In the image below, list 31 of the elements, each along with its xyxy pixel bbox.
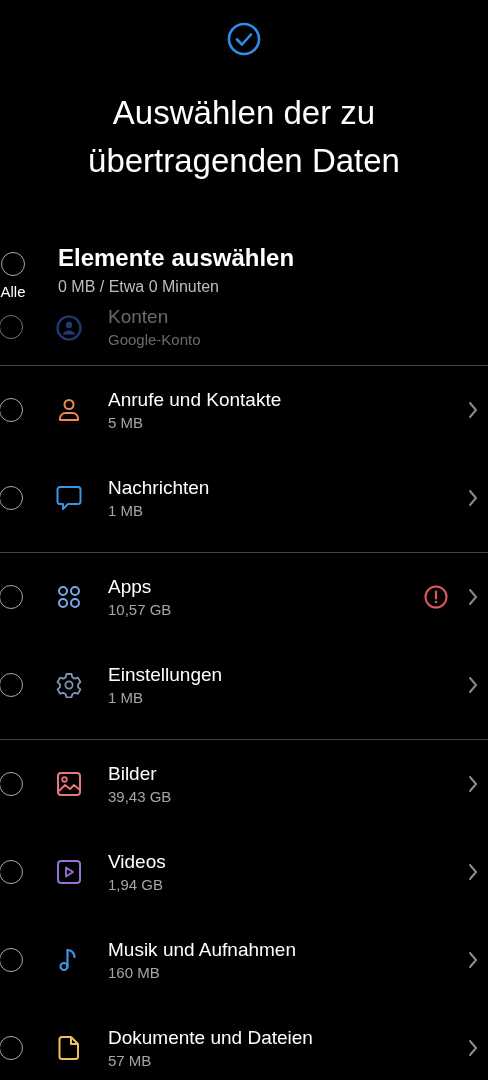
- size-summary: 0 MB / Etwa 0 Minuten: [58, 277, 220, 297]
- item-label: Nachrichten: [108, 475, 211, 500]
- chevron-icon[interactable]: [468, 863, 478, 881]
- chevron-icon[interactable]: [468, 951, 478, 969]
- item-size: 1,94 GB: [108, 874, 165, 895]
- item-size: 160 MB: [108, 962, 161, 983]
- item-label: Apps: [108, 574, 153, 599]
- item-label: Dokumente und Dateien: [108, 1025, 314, 1050]
- item-size: Google-Konto: [108, 330, 202, 350]
- check-circle-icon: [226, 21, 262, 57]
- item-size: 1 MB: [108, 687, 144, 708]
- item-label: Einstellungen: [108, 662, 224, 687]
- item-label: Anrufe und Kontakte: [108, 387, 283, 412]
- chevron-icon[interactable]: [468, 775, 478, 793]
- item-label: Bilder: [108, 761, 158, 786]
- item-size: 10,57 GB: [108, 599, 173, 620]
- chevron-icon[interactable]: [468, 1039, 478, 1057]
- chevron-icon[interactable]: [468, 676, 478, 694]
- chevron-icon[interactable]: [468, 489, 478, 507]
- item-label: Videos: [108, 849, 167, 874]
- page-title: Auswählen der zu übertragenden Daten: [87, 93, 401, 181]
- item-size: 5 MB: [108, 412, 144, 433]
- item-size: 39,43 GB: [108, 786, 173, 807]
- section-title: Elemente auswählen: [58, 243, 295, 273]
- item-size: 1 MB: [108, 500, 144, 521]
- item-label: Musik und Aufnahmen: [108, 937, 297, 962]
- chevron-icon[interactable]: [468, 588, 478, 606]
- item-label: Konten: [108, 305, 170, 329]
- checkbox-label: Alle: [0, 283, 26, 300]
- chevron-icon[interactable]: [468, 401, 478, 419]
- item-size: 57 MB: [108, 1050, 153, 1071]
